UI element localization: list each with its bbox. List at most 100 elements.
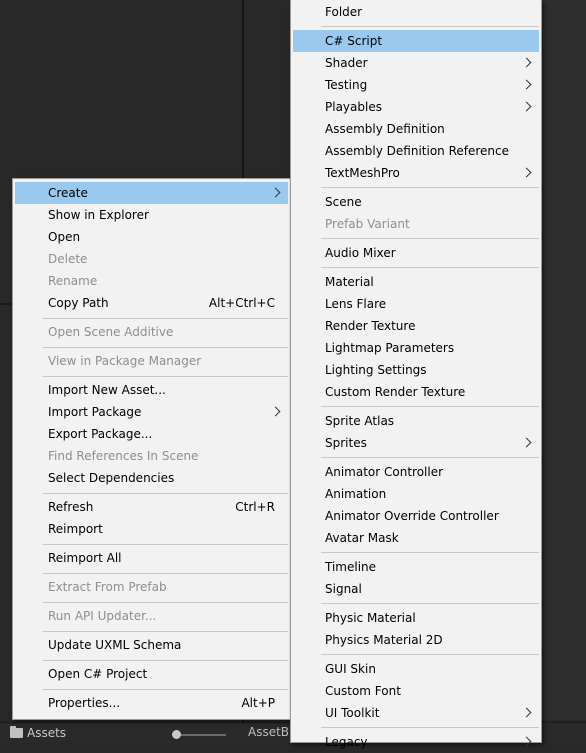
create-item-label: Physics Material 2D (325, 633, 443, 647)
context-item-properties[interactable]: Properties... Alt+P (15, 692, 288, 714)
create-item-c-script[interactable]: C# Script (293, 30, 539, 52)
create-item-textmeshpro[interactable]: TextMeshPro (293, 162, 539, 184)
create-item-label: Legacy (325, 735, 368, 749)
menu-separator (321, 457, 539, 458)
create-item-label: Timeline (325, 560, 377, 574)
context-item-label: Select Dependencies (48, 471, 175, 485)
chevron-right-icon (270, 187, 281, 198)
create-item-animation[interactable]: Animation (293, 483, 539, 505)
menu-separator (43, 493, 288, 494)
context-item-label: Update UXML Schema (48, 638, 182, 652)
context-item-label: Open C# Project (48, 667, 148, 681)
shortcut-hint: Alt+Ctrl+C (208, 296, 275, 310)
create-item-label: Avatar Mask (325, 531, 399, 545)
menu-separator (321, 727, 539, 728)
create-item-audio-mixer[interactable]: Audio Mixer (293, 242, 539, 264)
menu-separator (43, 376, 288, 377)
create-item-label: Signal (325, 582, 362, 596)
create-item-shader[interactable]: Shader (293, 52, 539, 74)
folder-icon (10, 726, 23, 738)
create-item-physic-material[interactable]: Physic Material (293, 607, 539, 629)
create-item-material[interactable]: Material (293, 271, 539, 293)
zoom-slider-knob[interactable] (172, 730, 181, 739)
create-item-label: Testing (325, 78, 368, 92)
context-item-label: Find References In Scene (48, 449, 199, 463)
create-item-sprite-atlas[interactable]: Sprite Atlas (293, 410, 539, 432)
context-item-export-package[interactable]: Export Package... (15, 423, 288, 445)
zoom-slider[interactable] (172, 730, 226, 739)
create-item-signal[interactable]: Signal (293, 578, 539, 600)
chevron-right-icon (270, 406, 281, 417)
create-item-avatar-mask[interactable]: Avatar Mask (293, 527, 539, 549)
create-item-prefab-variant: Prefab Variant (293, 213, 539, 235)
create-item-label: Custom Font (325, 684, 401, 698)
context-item-open[interactable]: Open (15, 226, 288, 248)
context-item-import-package[interactable]: Import Package (15, 401, 288, 423)
chevron-right-icon (521, 167, 532, 178)
create-item-lightmap-parameters[interactable]: Lightmap Parameters (293, 337, 539, 359)
context-item-import-new-asset[interactable]: Import New Asset... (15, 379, 288, 401)
create-item-sprites[interactable]: Sprites (293, 432, 539, 454)
context-item-label: Open Scene Additive (48, 325, 174, 339)
create-item-folder[interactable]: Folder (293, 1, 539, 23)
create-item-label: Sprite Atlas (325, 414, 395, 428)
menu-separator (43, 544, 288, 545)
menu-separator (43, 318, 288, 319)
context-item-label: Import New Asset... (48, 383, 166, 397)
create-item-label: Scene (325, 195, 362, 209)
create-item-custom-font[interactable]: Custom Font (293, 680, 539, 702)
create-item-label: Audio Mixer (325, 246, 396, 260)
create-item-testing[interactable]: Testing (293, 74, 539, 96)
context-item-label: Delete (48, 252, 88, 266)
panel-divider[interactable] (242, 0, 244, 180)
create-submenu: Folder C# Script Shader Testing Playables Ass… (290, 0, 542, 749)
create-item-label: Animator Controller (325, 465, 444, 479)
create-item-render-texture[interactable]: Render Texture (293, 315, 539, 337)
create-item-label: TextMeshPro (325, 166, 400, 180)
context-item-show-in-explorer[interactable]: Show in Explorer (15, 204, 288, 226)
chevron-right-icon (521, 707, 532, 718)
context-item-reimport[interactable]: Reimport (15, 518, 288, 540)
context-item-create[interactable]: Create (15, 182, 288, 204)
context-menu: Create Show in Explorer Open Delete Rename Co… (12, 178, 291, 720)
create-item-timeline[interactable]: Timeline (293, 556, 539, 578)
context-item-label: Run API Updater... (48, 609, 157, 623)
create-item-legacy[interactable]: Legacy (293, 731, 539, 753)
create-item-gui-skin[interactable]: GUI Skin (293, 658, 539, 680)
menu-separator (43, 573, 288, 574)
assets-breadcrumb[interactable]: Assets (10, 726, 66, 740)
create-item-label: C# Script (325, 34, 383, 48)
create-item-label: Physic Material (325, 611, 416, 625)
menu-separator (321, 406, 539, 407)
create-item-playables[interactable]: Playables (293, 96, 539, 118)
context-item-label: Rename (48, 274, 98, 288)
create-item-assembly-definition-reference[interactable]: Assembly Definition Reference (293, 140, 539, 162)
menu-separator (321, 603, 539, 604)
create-item-custom-render-texture[interactable]: Custom Render Texture (293, 381, 539, 403)
create-item-label: Lightmap Parameters (325, 341, 455, 355)
context-item-open-c-project[interactable]: Open C# Project (15, 663, 288, 685)
context-item-copy-path[interactable]: Copy Path Alt+Ctrl+C (15, 292, 288, 314)
create-item-label: Folder (325, 5, 363, 19)
menu-separator (321, 267, 539, 268)
create-item-scene[interactable]: Scene (293, 191, 539, 213)
context-item-update-uxml-schema[interactable]: Update UXML Schema (15, 634, 288, 656)
create-item-physics-material-2d[interactable]: Physics Material 2D (293, 629, 539, 651)
create-item-assembly-definition[interactable]: Assembly Definition (293, 118, 539, 140)
create-item-animator-controller[interactable]: Animator Controller (293, 461, 539, 483)
context-item-label: Import Package (48, 405, 142, 419)
create-item-label: Lens Flare (325, 297, 387, 311)
menu-separator (321, 238, 539, 239)
create-item-animator-override-controller[interactable]: Animator Override Controller (293, 505, 539, 527)
menu-separator (321, 552, 539, 553)
create-item-ui-toolkit[interactable]: UI Toolkit (293, 702, 539, 724)
context-item-reimport-all[interactable]: Reimport All (15, 547, 288, 569)
create-item-lighting-settings[interactable]: Lighting Settings (293, 359, 539, 381)
context-item-select-dependencies[interactable]: Select Dependencies (15, 467, 288, 489)
chevron-right-icon (521, 79, 532, 90)
menu-separator (43, 347, 288, 348)
create-item-label: Prefab Variant (325, 217, 410, 231)
right-panel (540, 0, 586, 720)
context-item-refresh[interactable]: Refresh Ctrl+R (15, 496, 288, 518)
create-item-lens-flare[interactable]: Lens Flare (293, 293, 539, 315)
